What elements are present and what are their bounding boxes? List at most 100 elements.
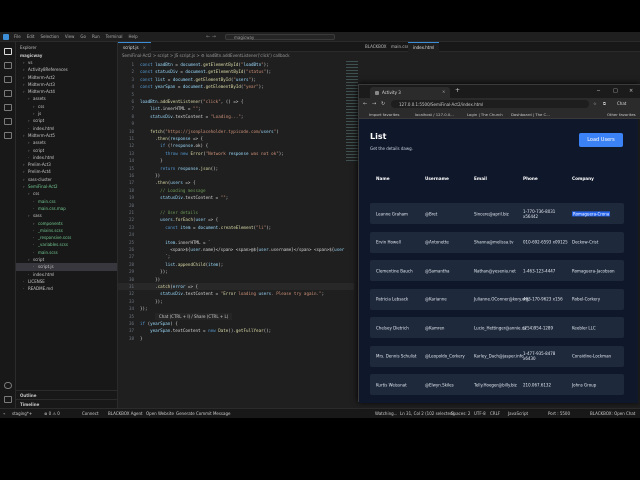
menu-item[interactable]: View [65,34,75,39]
timeline-panel[interactable]: Timeline [16,399,118,408]
tree-item[interactable]: › sass-cluster [16,176,117,183]
tree-item[interactable]: · LICENSE [16,278,117,285]
code-line[interactable]: 20 [118,202,354,209]
favorite-star-icon[interactable]: ☆ [593,101,597,106]
code-line[interactable]: 31 .catch(error => { [118,283,354,291]
problems-status[interactable]: ⊗ 0 ⚠ 0 [44,411,60,416]
connect-status[interactable]: Connect [82,411,99,416]
code-line[interactable]: 14 } [118,157,354,164]
tree-item[interactable]: › assets [16,139,117,146]
secondary-tab[interactable]: index.html [408,42,440,52]
tree-item[interactable]: · _variables.scss [16,241,117,248]
explorer-icon[interactable] [4,48,12,55]
code-line[interactable]: 10 fetch("https://jsonplaceholder.typico… [118,128,354,135]
eol-status[interactable]: CRLF [490,411,500,416]
cursor-position[interactable]: Ln 31, Col 2 (102 selected) [400,411,454,416]
back-icon[interactable]: ← [363,101,367,107]
code-line[interactable]: 32 statusDiv.textContent = "Error loadin… [118,290,354,297]
code-line[interactable]: 7 list.innerHTML = ""; [118,105,354,112]
tree-item[interactable]: · README.md [16,285,117,292]
code-line[interactable]: 12 if (!response.ok) { [118,142,354,149]
window-close-icon[interactable]: × [629,88,633,94]
code-line[interactable]: 16 }) [118,172,354,179]
minimize-icon[interactable]: ─ [597,88,600,94]
menu-item[interactable]: File [14,34,21,39]
code-line[interactable]: 9 [118,120,354,127]
tree-item[interactable]: › css [16,103,117,110]
branch-status[interactable]: staging*+ [12,411,32,416]
tree-item[interactable]: · _responsive.scss [16,234,117,241]
new-tab-icon[interactable]: + [455,87,460,94]
tree-item[interactable]: · main.css.map [16,205,117,212]
close-tab-icon[interactable]: × [442,89,445,94]
bookmark-localhost[interactable]: localhost / 127.0.0... [415,112,454,117]
open-website-status[interactable]: Open Website [146,411,174,416]
indent-status[interactable]: Spaces: 2 [451,411,470,416]
minimap[interactable] [346,61,358,161]
code-line[interactable]: 27 `; [118,253,354,260]
menu-item[interactable]: Edit [27,34,35,39]
code-line[interactable]: 37 yearSpan.textContent = new Date().get… [118,327,354,334]
menu-item[interactable]: Run [92,34,100,39]
tree-item[interactable]: › components [16,220,117,227]
code-line[interactable]: 17 .then(users => { [118,179,354,186]
menu-item[interactable]: Selection [40,34,58,39]
tree-item[interactable]: › Prelim-Act3 [16,161,117,168]
tree-item[interactable]: · _mixins.scss [16,227,117,234]
forward-icon[interactable]: → [372,101,376,107]
remote-indicator-icon[interactable]: ⌁ [3,411,5,416]
tree-item[interactable]: · script.js [16,263,117,271]
menu-item[interactable]: Help [129,34,138,39]
blackbox-chat-status[interactable]: BLACKBOX: Open Chat [590,411,635,416]
tree-item[interactable]: · index.html [16,125,117,132]
code-line[interactable]: 34}); [118,305,354,312]
code-line[interactable]: 33 }); [118,298,354,305]
code-line[interactable]: 26 <span>${user.name}</span> <span>@${us… [118,246,354,253]
code-line[interactable]: 21 // User details [118,209,354,216]
tree-item[interactable]: › assets [16,95,117,102]
code-line[interactable]: 30 }) [118,276,354,283]
tree-item[interactable]: › js [16,110,117,117]
menu-item[interactable]: Terminal [106,34,123,39]
extensions-puzzle-icon[interactable]: ⧉ [603,101,606,106]
tree-item[interactable]: · index.html [16,154,117,161]
account-icon[interactable] [4,382,12,389]
code-line[interactable]: 23 const item = document.createElement("… [118,224,354,231]
tab-script-js[interactable]: script.js × [118,42,151,52]
code-line[interactable]: 3 const list = document.getElementById("u… [118,76,354,83]
command-search[interactable]: magicway [225,34,335,40]
chat-button[interactable]: Chat [617,101,626,106]
port-status[interactable]: Port : 5500 [548,411,570,416]
menu-item[interactable]: Go [80,34,86,39]
url-field[interactable]: 127.0.0.1:5500/SemiFinal-Act2/index.html [391,100,589,108]
extensions-icon[interactable] [4,104,12,111]
search-icon[interactable] [4,62,12,69]
outline-panel[interactable]: Outline [16,390,118,399]
bookmark-login[interactable]: Login | The Church [467,112,503,117]
tree-item[interactable]: › sass [16,212,117,219]
code-line[interactable]: 13 throw new Error("Network response was… [118,150,354,157]
code-line[interactable]: 11 .then(response => { [118,135,354,142]
tree-item[interactable]: › script [16,256,117,263]
code-line[interactable]: 15 return response.json(); [118,165,354,172]
code-line[interactable]: 4 const yearSpan = document.getElementByI… [118,83,354,90]
load-users-button[interactable]: Load Users [579,133,623,147]
code-line[interactable]: 19 statusDiv.textContent = ""; [118,194,354,201]
tree-item[interactable]: › Midterm-Act4 [16,88,117,95]
settings-gear-icon[interactable] [4,396,12,403]
commit-message-status[interactable]: Generate Commit Message [176,411,230,416]
tree-item[interactable]: › Midterm-Act3 [16,81,117,88]
language-status[interactable]: JavaScript [508,411,528,416]
code-line[interactable]: 1 const loadBtn = document.getElementById… [118,61,354,68]
bookmark-dashboard[interactable]: Dashboard | The C... [511,112,550,117]
close-icon[interactable]: × [143,45,146,50]
tree-item[interactable]: › script [16,147,117,154]
code-line[interactable]: 22 users.forEach(user => { [118,216,354,223]
code-line[interactable]: 35 [118,313,354,320]
project-root[interactable]: magicway [16,51,117,59]
code-line[interactable]: 24 [118,231,354,238]
code-line[interactable]: 18 // Loading message [118,187,354,194]
tree-item[interactable]: › Activity8References [16,66,117,73]
source-control-icon[interactable] [4,76,12,83]
tree-item[interactable]: › css [16,190,117,197]
